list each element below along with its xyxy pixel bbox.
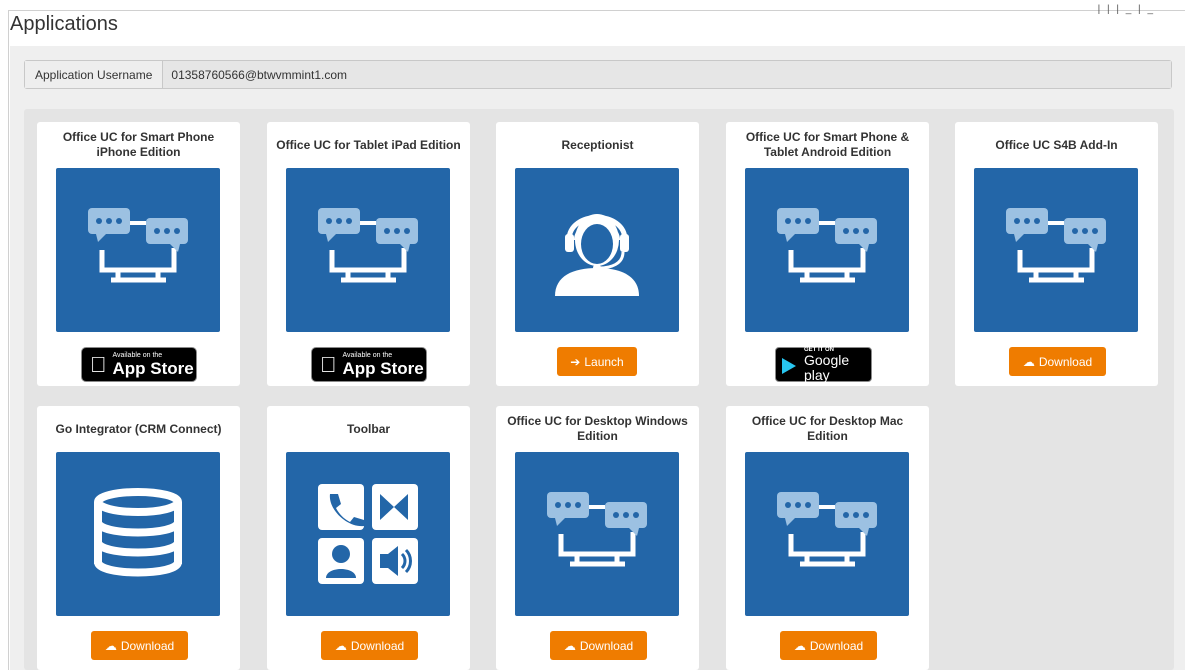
app-card-desktop-windows: Office UC for Desktop Windows Edition ☁ [496, 406, 699, 670]
download-button[interactable]: ☁ Download [780, 631, 877, 660]
badge-big-text: App Store [326, 358, 424, 378]
badge-big-text: Google play [804, 351, 850, 383]
app-card-android: Office UC for Smart Phone & Tablet Andro… [726, 122, 929, 386]
launch-button[interactable]: ➔ Launch [557, 347, 637, 376]
badge-big-text: App Store [96, 358, 194, 378]
button-label: Download [1038, 354, 1093, 369]
app-title: Receptionist [561, 137, 634, 152]
cloud-download-icon: ☁ [563, 638, 576, 653]
download-button[interactable]: ☁ Download [1009, 347, 1106, 376]
app-card-desktop-mac: Office UC for Desktop Mac Edition ☁ Down… [726, 406, 929, 670]
applications-panel: Office UC for Smart Phone iPhone Edition… [24, 109, 1174, 670]
app-card-ipad: Office UC for Tablet iPad Edition  [267, 122, 470, 386]
content-area: Application Username 01358760566@btwvmmi… [10, 46, 1185, 670]
chat-monitor-icon [286, 168, 450, 332]
button-label: Download [579, 638, 634, 653]
app-store-badge[interactable]:  Available on theApp Store [311, 347, 427, 382]
play-icon [782, 358, 796, 374]
app-title: Office UC for Desktop Mac Edition [751, 414, 904, 443]
download-button[interactable]: ☁ Download [91, 631, 188, 660]
app-title: Office UC S4B Add-In [995, 137, 1118, 152]
chat-monitor-icon [974, 168, 1138, 332]
toolbar-grid-icon [286, 452, 450, 616]
chat-monitor-icon [745, 452, 909, 616]
apple-icon:  [320, 353, 337, 376]
app-title: Office UC for Smart Phone & Tablet Andro… [745, 130, 910, 159]
button-label: Launch [584, 354, 624, 369]
cloud-download-icon: ☁ [793, 638, 806, 653]
apple-icon:  [90, 353, 107, 376]
chat-monitor-icon [56, 168, 220, 332]
button-label: Download [809, 638, 864, 653]
app-card-toolbar: Toolbar ☁ Download [267, 406, 470, 670]
app-card-receptionist: Receptionist ➔ Launch [496, 122, 699, 386]
headset-agent-icon [515, 168, 679, 332]
app-title: Toolbar [346, 421, 391, 436]
cloud-download-icon: ☁ [104, 638, 117, 653]
download-button[interactable]: ☁ Download [321, 631, 418, 660]
button-label: Download [120, 638, 175, 653]
username-label: Application Username [25, 61, 164, 88]
database-icon [56, 452, 220, 616]
arrow-right-icon: ➔ [570, 354, 581, 369]
top-right-text: | | | _ | _ [1097, 4, 1155, 15]
download-button[interactable]: ☁ Download [550, 631, 647, 660]
button-label: Download [350, 638, 405, 653]
username-value: 01358760566@btwvmmint1.com [163, 61, 1171, 88]
app-title: Go Integrator (CRM Connect) [55, 421, 222, 436]
page-title: Applications [10, 13, 118, 35]
cloud-download-icon: ☁ [1022, 354, 1035, 369]
chat-monitor-icon [515, 452, 679, 616]
app-card-s4b: Office UC S4B Add-In ☁ Download [955, 122, 1158, 386]
google-play-badge[interactable]: GET IT ON Google play [775, 347, 872, 382]
app-title: Office UC for Smart Phone iPhone Edition [62, 130, 215, 159]
chat-monitor-icon [745, 168, 909, 332]
app-title: Office UC for Tablet iPad Edition [276, 137, 461, 152]
app-card-iphone: Office UC for Smart Phone iPhone Edition… [37, 122, 240, 386]
app-card-go-integrator: Go Integrator (CRM Connect) ☁ Download [37, 406, 240, 670]
cloud-download-icon: ☁ [334, 638, 347, 653]
username-field-group: Application Username 01358760566@btwvmmi… [24, 60, 1172, 89]
app-store-badge[interactable]:  Available on theApp Store [81, 347, 197, 382]
app-title: Office UC for Desktop Windows Edition [507, 414, 688, 443]
